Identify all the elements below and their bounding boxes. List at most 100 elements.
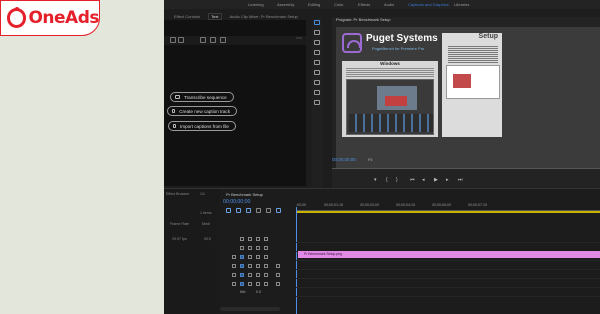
- col-frame-rate[interactable]: Frame Rate: [170, 222, 189, 226]
- workspace-effects[interactable]: Effects: [358, 2, 370, 7]
- linked-selection-icon[interactable]: [246, 208, 251, 213]
- source-patch-icon[interactable]: [240, 264, 244, 268]
- go-to-in-icon[interactable]: ⏮: [410, 177, 415, 183]
- play-icon[interactable]: ▶: [434, 177, 438, 183]
- rectangle-tool-icon[interactable]: [314, 80, 320, 85]
- mic-icon[interactable]: [276, 273, 280, 277]
- track-lane[interactable]: [296, 235, 600, 243]
- mix-label: Mix: [240, 290, 246, 294]
- target-icon[interactable]: [248, 246, 252, 250]
- program-scrubber[interactable]: [332, 166, 600, 169]
- timeline-title[interactable]: Pr Benchmark Setup: [226, 192, 263, 197]
- tab-text[interactable]: Text: [208, 12, 222, 20]
- nest-icon[interactable]: [226, 208, 231, 213]
- workspace-captions-graphics[interactable]: Captions and Graphics: [408, 2, 449, 7]
- step-forward-icon[interactable]: ▸: [446, 177, 449, 183]
- sync-icon[interactable]: [256, 237, 260, 241]
- lock-icon[interactable]: [232, 273, 236, 277]
- solo-icon[interactable]: [264, 282, 268, 286]
- timeline-timecode[interactable]: 00;00;00;00: [223, 199, 250, 205]
- target-icon[interactable]: [248, 273, 252, 277]
- track-lane[interactable]: [296, 262, 600, 270]
- fit-select[interactable]: Fit: [368, 157, 372, 162]
- project-tab[interactable]: Effect Browser: [166, 192, 189, 196]
- transcribe-sequence-button[interactable]: Transcribe sequence: [170, 92, 234, 102]
- time-ruler[interactable]: :00;00 00;00;01;15 00;00;03;00 00;00;04;…: [296, 201, 600, 211]
- row-frame-rate: 29.97 fps: [172, 237, 187, 241]
- program-title[interactable]: Program: Pr Benchmark Setup: [336, 17, 390, 22]
- mute-icon[interactable]: [256, 273, 260, 277]
- workspace-libraries[interactable]: Libraries: [454, 2, 469, 7]
- mark-in-icon[interactable]: {: [386, 177, 388, 183]
- sync-icon[interactable]: [256, 255, 260, 259]
- step-back-icon[interactable]: ◂: [422, 177, 425, 183]
- slip-tool-icon[interactable]: [314, 60, 320, 65]
- captions-display-icon[interactable]: [276, 208, 281, 213]
- razor-tool-icon[interactable]: [314, 50, 320, 55]
- track-lane[interactable]: [296, 289, 600, 297]
- lock-icon[interactable]: [232, 255, 236, 259]
- clip[interactable]: Pr Benchmark Setup.png: [298, 251, 600, 258]
- lock-icon[interactable]: [232, 264, 236, 268]
- target-icon[interactable]: [248, 255, 252, 259]
- sync-icon[interactable]: [256, 246, 260, 250]
- solo-icon[interactable]: [264, 264, 268, 268]
- program-timecode[interactable]: 00;00;00;00: [332, 157, 356, 162]
- workspace-assembly[interactable]: Assembly: [277, 2, 294, 7]
- selection-tool-icon[interactable]: [314, 20, 320, 25]
- source-patch-icon[interactable]: [240, 273, 244, 277]
- target-icon[interactable]: [248, 264, 252, 268]
- type-tool-icon[interactable]: [314, 100, 320, 105]
- add-marker-icon[interactable]: ▾: [374, 177, 377, 183]
- eye-icon[interactable]: [264, 246, 268, 250]
- pen-tool-icon[interactable]: [314, 70, 320, 75]
- source-patch-icon[interactable]: [240, 282, 244, 286]
- export-icon[interactable]: [210, 37, 216, 43]
- eye-icon[interactable]: [264, 237, 268, 241]
- mark-out-icon[interactable]: }: [396, 177, 398, 183]
- text-panel-toolbar: ⋯: [164, 36, 306, 45]
- eye-icon[interactable]: [264, 255, 268, 259]
- lock-icon[interactable]: [232, 282, 236, 286]
- track-select-tool-icon[interactable]: [314, 30, 320, 35]
- timeline-scrollbar[interactable]: [220, 307, 280, 311]
- col-media[interactable]: Medi: [202, 222, 210, 226]
- gauge-icon: [342, 33, 362, 53]
- mic-icon[interactable]: [276, 282, 280, 286]
- workspace-color[interactable]: Color: [334, 2, 344, 7]
- solo-icon[interactable]: [264, 273, 268, 277]
- import-captions-button[interactable]: Import captions from file: [168, 121, 236, 131]
- ripple-edit-tool-icon[interactable]: [314, 40, 320, 45]
- refresh-icon[interactable]: [178, 37, 184, 43]
- work-area-bar[interactable]: [296, 211, 600, 213]
- import-icon: [173, 124, 176, 128]
- tab-effect-controls[interactable]: Effect Controls: [174, 14, 200, 19]
- mix-value[interactable]: 0.0: [256, 290, 261, 294]
- target-icon[interactable]: [248, 237, 252, 241]
- settings-icon[interactable]: [200, 37, 206, 43]
- workspace-learning[interactable]: Learning: [248, 2, 264, 7]
- more-options-icon[interactable]: ⋯: [296, 36, 302, 43]
- timeline-settings-icon[interactable]: [266, 208, 271, 213]
- snap-icon[interactable]: [236, 208, 241, 213]
- filter-icon[interactable]: [220, 37, 226, 43]
- mute-icon[interactable]: [256, 264, 260, 268]
- workspace-editing[interactable]: Editing: [308, 2, 320, 7]
- add-marker-timeline-icon[interactable]: [256, 208, 261, 213]
- text-tool-icon[interactable]: [170, 37, 176, 43]
- source-patch-icon[interactable]: [240, 255, 244, 259]
- target-icon[interactable]: [248, 282, 252, 286]
- lock-icon[interactable]: [240, 246, 244, 250]
- puget-header: Puget Systems PugetBench for Premiere Pr…: [342, 33, 438, 57]
- track-lane[interactable]: [296, 280, 600, 288]
- go-to-out-icon[interactable]: ⏭: [458, 177, 463, 183]
- hand-tool-icon[interactable]: [314, 90, 320, 95]
- create-track-label: Create new caption track: [179, 108, 230, 114]
- lock-icon[interactable]: [240, 237, 244, 241]
- workspace-audio[interactable]: Audio: [384, 2, 394, 7]
- mic-icon[interactable]: [276, 264, 280, 268]
- create-caption-track-button[interactable]: Create new caption track: [167, 106, 237, 116]
- tab-audio-clip-mixer[interactable]: Audio Clip Mixer: Pr Benchmark Setup: [230, 14, 298, 19]
- mute-icon[interactable]: [256, 282, 260, 286]
- track-lane[interactable]: [296, 271, 600, 279]
